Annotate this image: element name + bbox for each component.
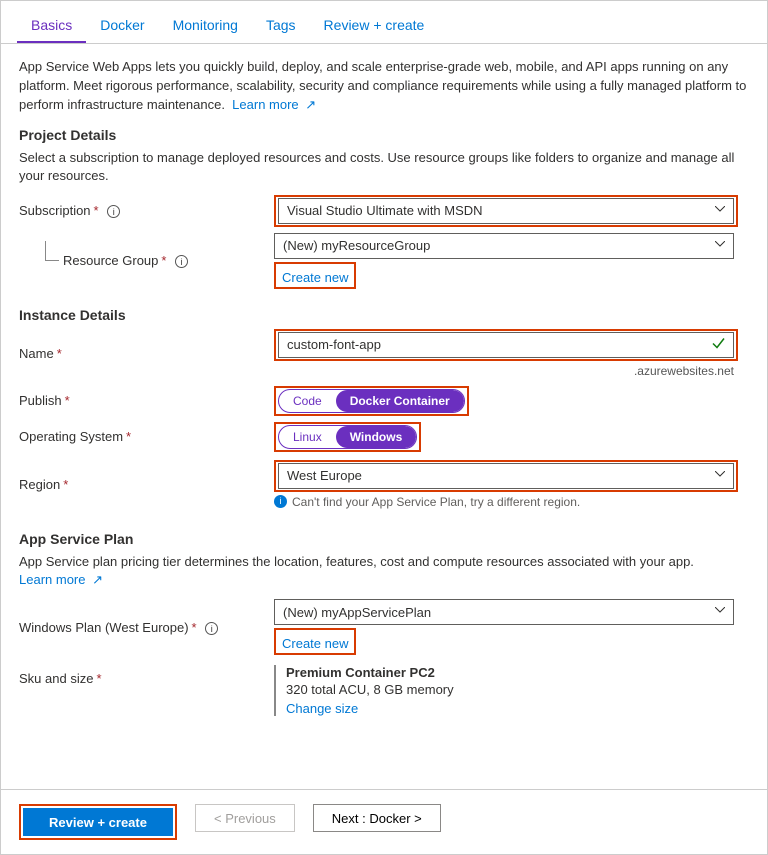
plan-create-new-link[interactable]: Create new xyxy=(278,635,352,652)
subscription-select[interactable]: Visual Studio Ultimate with MSDN xyxy=(278,198,734,224)
external-link-icon: ↗ xyxy=(305,97,316,112)
chevron-down-icon xyxy=(715,607,725,617)
windows-plan-label: Windows Plan (West Europe)* i xyxy=(19,614,274,641)
subscription-label: Subscription* i xyxy=(19,197,274,224)
sku-block: Premium Container PC2 320 total ACU, 8 G… xyxy=(274,665,749,716)
name-label: Name* xyxy=(19,340,274,367)
info-icon[interactable]: i xyxy=(175,255,188,268)
tab-bar: Basics Docker Monitoring Tags Review + c… xyxy=(1,7,767,44)
footer-actions: Review + create < Previous Next : Docker… xyxy=(1,789,767,854)
previous-button: < Previous xyxy=(195,804,295,832)
instance-details-heading: Instance Details xyxy=(19,307,749,323)
tab-monitoring[interactable]: Monitoring xyxy=(159,7,252,43)
windows-plan-select[interactable]: (New) myAppServicePlan xyxy=(274,599,734,625)
intro-text: App Service Web Apps lets you quickly bu… xyxy=(19,58,749,115)
rg-create-new-link[interactable]: Create new xyxy=(278,269,352,286)
plan-learn-more-link[interactable]: Learn more ↗ xyxy=(19,572,103,587)
resource-group-select[interactable]: (New) myResourceGroup xyxy=(274,233,734,259)
check-icon xyxy=(711,336,725,353)
os-option-windows[interactable]: Windows xyxy=(336,426,417,448)
project-details-heading: Project Details xyxy=(19,127,749,143)
region-select[interactable]: West Europe xyxy=(278,463,734,489)
tab-basics[interactable]: Basics xyxy=(17,7,86,43)
os-toggle: Linux Windows xyxy=(278,425,417,449)
sku-desc: 320 total ACU, 8 GB memory xyxy=(286,682,749,697)
review-create-button[interactable]: Review + create xyxy=(23,808,173,836)
info-icon[interactable]: i xyxy=(107,205,120,218)
project-details-desc: Select a subscription to manage deployed… xyxy=(19,149,749,185)
publish-option-code[interactable]: Code xyxy=(279,390,336,412)
tab-review-create[interactable]: Review + create xyxy=(310,7,439,43)
app-name-input[interactable]: custom-font-app xyxy=(278,332,734,358)
app-service-plan-heading: App Service Plan xyxy=(19,531,749,547)
region-hint: i Can't find your App Service Plan, try … xyxy=(274,495,749,509)
sku-label: Sku and size* xyxy=(19,665,274,692)
publish-label: Publish* xyxy=(19,387,274,414)
region-label: Region* xyxy=(19,471,274,498)
plan-desc: App Service plan pricing tier determines… xyxy=(19,553,749,589)
next-docker-button[interactable]: Next : Docker > xyxy=(313,804,441,832)
chevron-down-icon xyxy=(715,241,725,251)
name-suffix: .azurewebsites.net xyxy=(274,364,734,378)
info-icon[interactable]: i xyxy=(205,622,218,635)
sku-name: Premium Container PC2 xyxy=(286,665,749,680)
os-label: Operating System* xyxy=(19,423,274,450)
learn-more-link[interactable]: Learn more ↗ xyxy=(232,97,316,112)
resource-group-label: Resource Group* i xyxy=(19,247,274,274)
os-option-linux[interactable]: Linux xyxy=(279,426,336,448)
external-link-icon: ↗ xyxy=(92,572,103,587)
publish-option-docker[interactable]: Docker Container xyxy=(336,390,464,412)
chevron-down-icon xyxy=(715,206,725,216)
change-size-link[interactable]: Change size xyxy=(286,701,358,716)
tab-docker[interactable]: Docker xyxy=(86,7,158,43)
info-icon: i xyxy=(274,495,287,508)
tab-tags[interactable]: Tags xyxy=(252,7,310,43)
chevron-down-icon xyxy=(715,471,725,481)
publish-toggle: Code Docker Container xyxy=(278,389,465,413)
